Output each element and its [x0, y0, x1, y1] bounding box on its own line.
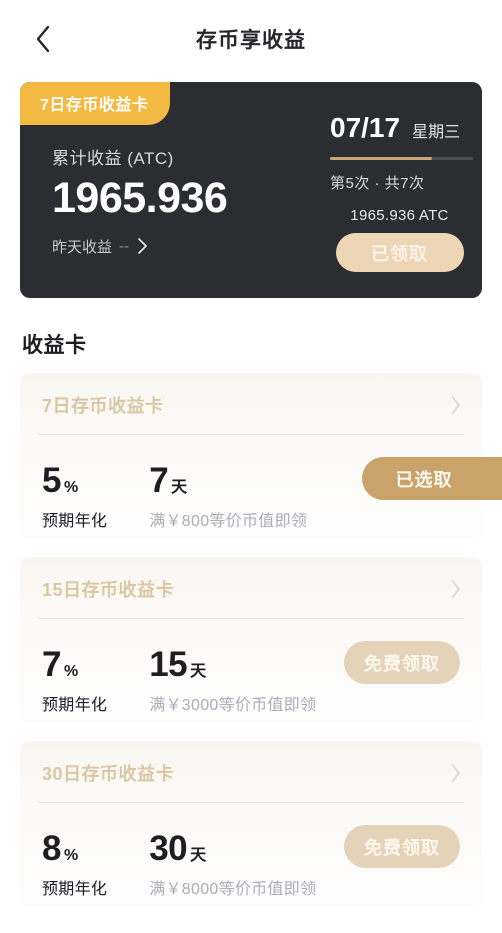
annual-rate-unit: % [63, 847, 79, 864]
yesterday-earnings-value: -- [119, 237, 130, 255]
term-unit: 天 [190, 663, 207, 680]
income-card[interactable]: 30日存币收益卡 8% 预期年化 30 天满￥8000等价币值即领 免费领取 [20, 741, 482, 907]
term-condition-label: 满￥8000等价币值即领 [149, 881, 317, 898]
income-card-action-button[interactable]: 已选取 [362, 457, 502, 500]
summary-left-panel: 累计收益 (ATC) 1965.936 昨天收益 -- [20, 82, 304, 298]
income-card-body: 8% 预期年化 30 天满￥8000等价币值即领 免费领取 [20, 803, 482, 899]
page-title: 存币享收益 [196, 29, 306, 52]
term-metric: 30 天满￥8000等价币值即领 [149, 831, 316, 899]
term-unit: 天 [190, 847, 207, 864]
summary-right-panel: 07/17 星期三 第5次 · 共7次 1965.936 ATC 已领取 [304, 82, 482, 298]
annual-rate-unit: % [63, 479, 79, 496]
annual-rate-value: 8 [42, 829, 61, 868]
term-metric: 15 天满￥3000等价币值即领 [149, 647, 316, 715]
term-condition-label: 满￥3000等价币值即领 [149, 697, 317, 714]
income-card[interactable]: 15日存币收益卡 7% 预期年化 15 天满￥3000等价币值即领 免费领取 [20, 557, 482, 723]
chevron-right-icon[interactable] [449, 578, 462, 600]
section-title: 收益卡 [22, 334, 87, 357]
date-value: 07/17 [330, 112, 401, 143]
page-header: 存币享收益 [0, 0, 502, 78]
income-card-action-button[interactable]: 免费领取 [344, 641, 460, 684]
total-earnings-amount: 1965.936 [52, 174, 228, 222]
claim-button[interactable]: 已领取 [335, 233, 464, 272]
annual-rate-metric: 8% 预期年化 [42, 831, 107, 899]
term-value: 30 [149, 829, 188, 868]
summary-card: 7日存币收益卡 累计收益 (ATC) 1965.936 昨天收益 -- 07/1… [20, 82, 482, 298]
income-card-action-button[interactable]: 免费领取 [344, 825, 460, 868]
claim-reward-amount: 1965.936 ATC [350, 207, 449, 224]
annual-rate-unit: % [63, 663, 79, 680]
claim-count-text: 第5次 · 共7次 [330, 175, 425, 192]
annual-rate-metric: 5% 预期年化 [42, 463, 107, 531]
yesterday-earnings-label: 昨天收益 [52, 238, 113, 256]
total-earnings-label: 累计收益 (ATC) [52, 149, 174, 168]
income-card-list: 7日存币收益卡 5% 预期年化 7 天满￥800等价币值即领 已选取 15日存币收益卡 7% 预… [0, 373, 502, 907]
chevron-left-icon [33, 24, 53, 54]
chevron-right-icon[interactable] [449, 762, 462, 784]
income-card-body: 5% 预期年化 7 天满￥800等价币值即领 已选取 [20, 435, 502, 531]
annual-rate-label: 预期年化 [42, 513, 108, 530]
term-value: 15 [149, 645, 188, 684]
chevron-right-icon [136, 237, 148, 255]
claim-progress-bar [330, 157, 473, 160]
income-card-title: 15日存币收益卡 [42, 580, 175, 600]
income-card-header[interactable]: 7日存币收益卡 [20, 373, 482, 418]
term-value: 7 [149, 461, 169, 500]
term-condition-label: 满￥800等价币值即领 [149, 513, 308, 530]
income-card-header[interactable]: 30日存币收益卡 [20, 741, 482, 786]
income-card-title: 7日存币收益卡 [42, 396, 164, 416]
annual-rate-metric: 7% 预期年化 [42, 647, 107, 715]
back-button[interactable] [26, 22, 60, 56]
weekday-value: 星期三 [412, 124, 461, 141]
annual-rate-value: 5 [42, 461, 61, 500]
income-card-title: 30日存币收益卡 [42, 764, 175, 784]
income-card-header[interactable]: 15日存币收益卡 [20, 557, 482, 602]
annual-rate-label: 预期年化 [42, 697, 108, 714]
income-card[interactable]: 7日存币收益卡 5% 预期年化 7 天满￥800等价币值即领 已选取 [20, 373, 502, 539]
app-screen: 存币享收益 7日存币收益卡 累计收益 (ATC) 1965.936 昨天收益 -… [0, 0, 502, 933]
income-card-body: 7% 预期年化 15 天满￥3000等价币值即领 免费领取 [20, 619, 482, 715]
annual-rate-label: 预期年化 [42, 881, 108, 898]
term-metric: 7 天满￥800等价币值即领 [149, 463, 307, 531]
yesterday-earnings-row[interactable]: 昨天收益 -- [52, 236, 304, 257]
chevron-right-icon[interactable] [449, 394, 462, 416]
claim-progress-fill [330, 157, 432, 160]
date-row: 07/17 星期三 [326, 112, 460, 144]
annual-rate-value: 7 [42, 645, 61, 684]
term-unit: 天 [171, 479, 188, 496]
